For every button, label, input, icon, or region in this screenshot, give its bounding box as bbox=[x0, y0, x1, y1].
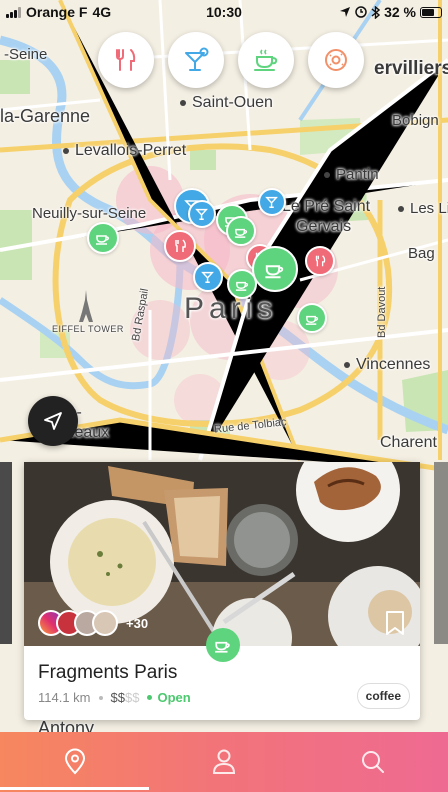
map-label-bagnolet: Bag bbox=[408, 245, 435, 262]
avatar bbox=[92, 610, 118, 636]
cocktail-icon bbox=[265, 196, 278, 208]
search-icon bbox=[362, 751, 385, 773]
battery-icon bbox=[420, 6, 442, 18]
map-label-charenton: Charent bbox=[380, 434, 437, 451]
tab-map[interactable] bbox=[0, 732, 150, 792]
filter-bars-button[interactable] bbox=[168, 32, 224, 88]
bluetooth-icon bbox=[371, 5, 381, 19]
fork-knife-icon bbox=[175, 239, 186, 252]
location-pin-icon bbox=[64, 748, 85, 775]
map-label-seine: -Seine bbox=[4, 46, 48, 63]
place-photo: +30 bbox=[24, 462, 420, 646]
map-marker-restaurant[interactable] bbox=[164, 230, 196, 262]
map-label-vincennes: Vincennes bbox=[344, 356, 430, 374]
place-distance: 114.1 km bbox=[38, 690, 91, 705]
tab-bar bbox=[0, 732, 448, 792]
map-marker-bar[interactable] bbox=[193, 262, 223, 292]
map-label-paris: Paris bbox=[184, 292, 278, 325]
battery-percent: 32 % bbox=[384, 4, 416, 20]
map-marker-bar[interactable] bbox=[258, 188, 286, 216]
map-label-gervais: Gervais bbox=[296, 218, 352, 235]
fork-knife-icon bbox=[315, 255, 326, 267]
open-status: Open bbox=[147, 690, 190, 705]
map-label-levallois: Levallois-Perret bbox=[63, 142, 186, 160]
place-title: Fragments Paris bbox=[38, 662, 178, 683]
separator-dot bbox=[98, 695, 103, 700]
cocktail-icon bbox=[201, 271, 214, 283]
filter-pastries-button[interactable] bbox=[308, 32, 364, 88]
alarm-icon bbox=[355, 6, 367, 18]
place-meta: 114.1 km $$$$ Open bbox=[38, 690, 406, 705]
coffee-cup-icon bbox=[305, 315, 318, 325]
tab-profile[interactable] bbox=[149, 732, 298, 792]
map-marker-coffee[interactable] bbox=[227, 269, 257, 299]
next-card-peek[interactable] bbox=[434, 462, 448, 644]
map-marker-coffee[interactable] bbox=[297, 303, 327, 333]
location-arrow-icon bbox=[340, 7, 351, 17]
price-level-inactive: $$ bbox=[124, 690, 140, 705]
status-bar: Orange F 4G 10:30 32 % bbox=[0, 0, 448, 24]
map-label-neuilly: Neuilly-sur-Seine bbox=[32, 205, 147, 222]
follower-avatars[interactable]: +30 bbox=[38, 610, 148, 636]
cocktail-icon bbox=[195, 208, 208, 220]
map-label-saint-ouen: Saint-Ouen bbox=[180, 94, 273, 112]
filter-coffee-button[interactable] bbox=[238, 32, 294, 88]
map-label-davout: Bd Davout bbox=[376, 286, 388, 338]
map-label-les-lilas: Les Li bbox=[398, 200, 448, 217]
map-label-eiffel-tower: EIFFEL TOWER bbox=[52, 324, 124, 334]
bookmark-icon[interactable] bbox=[384, 610, 406, 636]
coffee-cup-icon bbox=[235, 281, 248, 291]
locate-me-button[interactable] bbox=[28, 396, 78, 446]
category-filters bbox=[98, 32, 364, 88]
previous-card-peek[interactable] bbox=[0, 462, 12, 644]
map-marker-coffee[interactable] bbox=[226, 216, 256, 246]
price-level: $$ bbox=[110, 690, 125, 705]
donut-icon bbox=[325, 49, 347, 71]
map-marker-bar[interactable] bbox=[188, 200, 216, 228]
fork-knife-icon bbox=[116, 49, 136, 71]
coffee-cup-icon bbox=[96, 235, 109, 245]
place-card[interactable]: +30 Fragments Paris 114.1 km $$$$ Open c… bbox=[24, 462, 420, 720]
map-label-la-garenne: la-Garenne bbox=[0, 106, 91, 126]
map-marker-coffee[interactable] bbox=[87, 222, 119, 254]
coffee-cup-icon bbox=[265, 265, 284, 279]
category-tag[interactable]: coffee bbox=[356, 683, 410, 709]
map-label-pre-saint-gervais: Le Pré Saint bbox=[282, 198, 371, 215]
map-label-aubervilliers: ervilliers bbox=[374, 58, 448, 79]
cocktail-icon bbox=[185, 47, 209, 71]
coffee-cup-icon bbox=[234, 228, 247, 238]
map-marker-restaurant[interactable] bbox=[305, 246, 335, 276]
followers-more-count: +30 bbox=[126, 615, 149, 631]
filter-restaurants-button[interactable] bbox=[98, 32, 154, 88]
person-icon bbox=[212, 749, 235, 774]
category-badge bbox=[206, 628, 240, 662]
eiffel-tower-icon bbox=[79, 290, 93, 322]
map-label-pantin: Pantin bbox=[324, 166, 379, 183]
tab-search[interactable] bbox=[299, 732, 448, 792]
map-label-bobigny: Bobign bbox=[392, 112, 439, 129]
coffee-cup-icon bbox=[254, 49, 278, 71]
map-marker-coffee-selected[interactable] bbox=[252, 246, 298, 292]
coffee-cup-icon bbox=[215, 641, 230, 653]
navigation-arrow-icon bbox=[44, 412, 62, 430]
